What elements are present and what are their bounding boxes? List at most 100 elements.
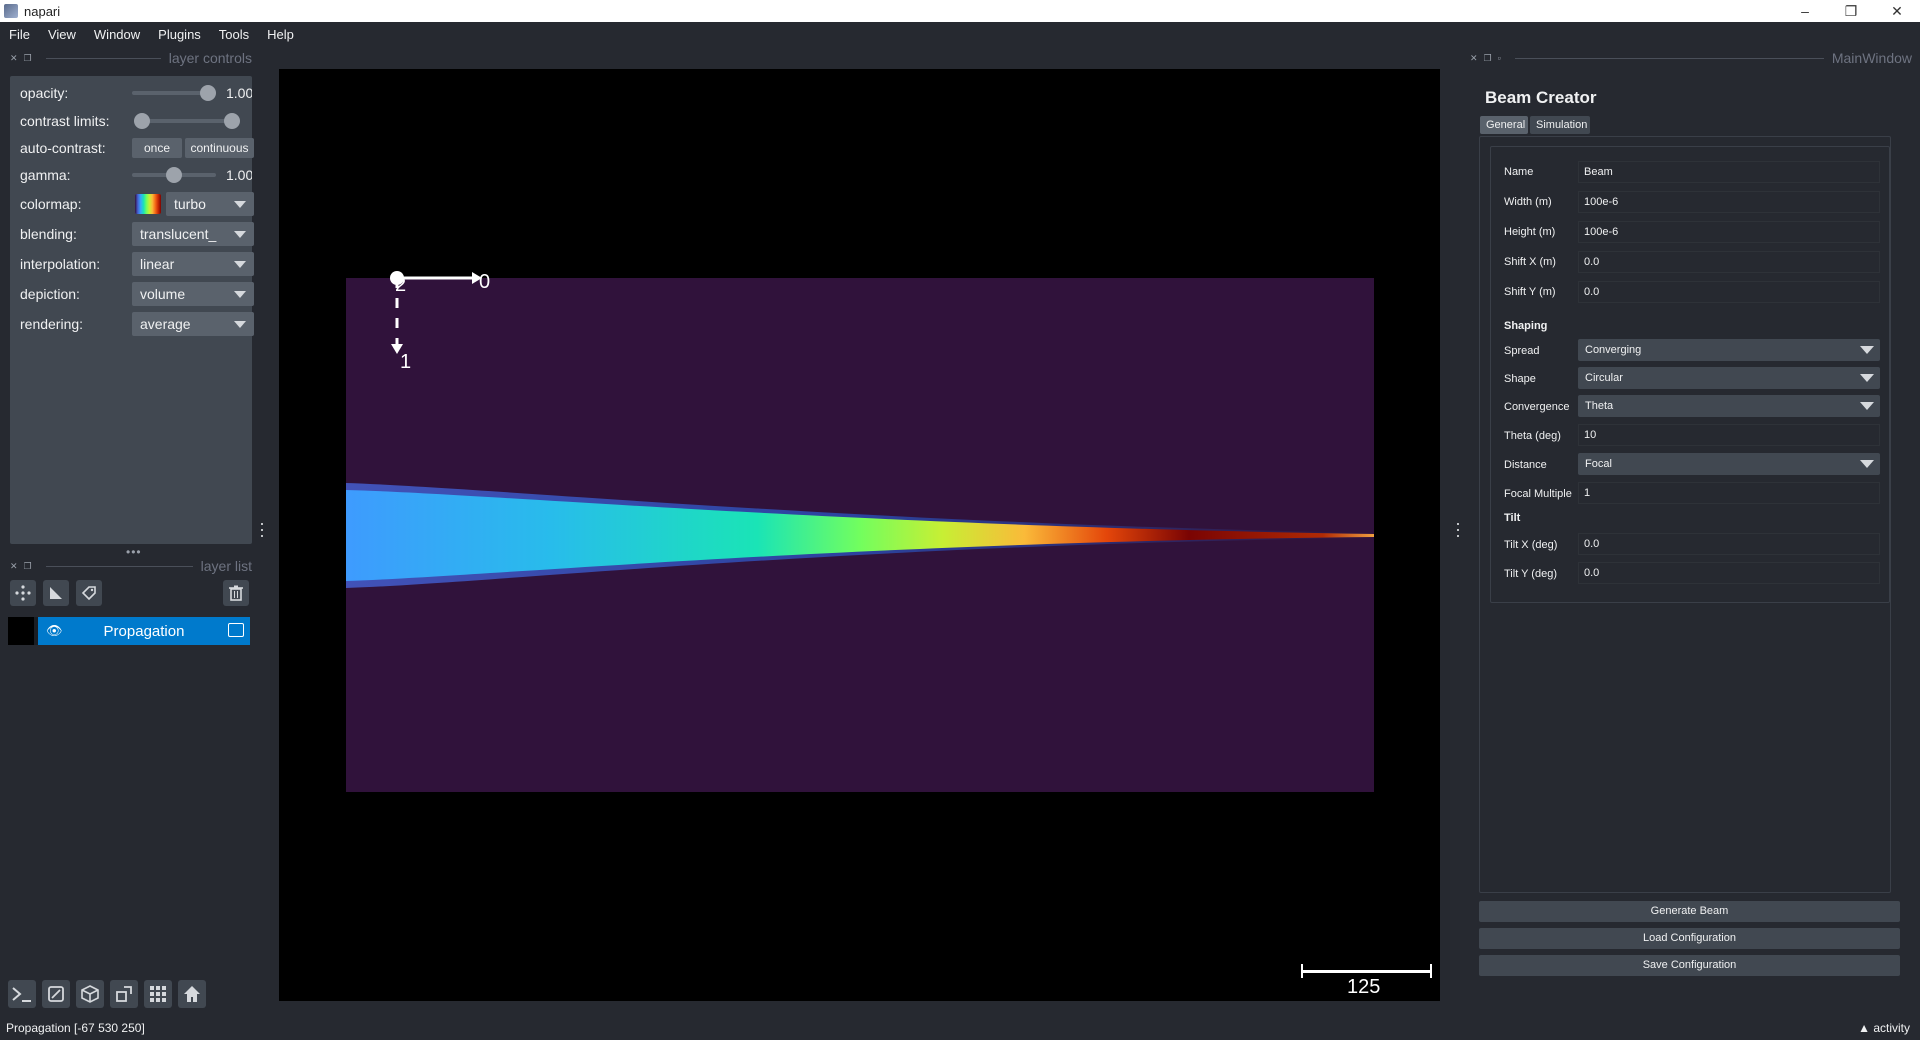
new-points-layer-button[interactable] [10, 580, 36, 606]
menu-help[interactable]: Help [258, 27, 303, 42]
activity-toggle[interactable]: ▲ activity [1858, 1021, 1910, 1035]
layer-row-selected[interactable]: 👁 Propagation [38, 617, 250, 645]
chevron-down-icon [1860, 374, 1874, 382]
auto-contrast-once-button[interactable]: once [132, 138, 182, 158]
name-label: Name [1504, 166, 1534, 178]
opacity-value[interactable]: 1.00 [226, 85, 252, 101]
height-input[interactable]: 100e-6 [1578, 221, 1880, 243]
dock-float-icon[interactable]: ❐ [1484, 53, 1492, 64]
blending-select[interactable]: translucent_ [132, 222, 254, 246]
dock-splitter[interactable]: ••• [10, 545, 252, 559]
restore-icon[interactable]: ❐ [1828, 0, 1874, 22]
close-icon[interactable]: ✕ [1874, 0, 1920, 22]
blending-row: blending: translucent_ [10, 222, 254, 246]
dock-hide-icon[interactable]: ▫ [1498, 53, 1501, 63]
auto-contrast-continuous-button[interactable]: continuous [185, 138, 254, 158]
convergence-select[interactable]: Theta [1578, 395, 1880, 417]
gamma-row: gamma: 1.00 [10, 163, 252, 187]
dock-float-icon[interactable]: ❐ [24, 561, 32, 572]
reset-view-button[interactable] [178, 980, 206, 1008]
contrast-high-handle[interactable] [224, 113, 240, 129]
gamma-slider-handle[interactable] [166, 167, 182, 183]
dock-close-icon[interactable]: ✕ [10, 561, 18, 572]
theta-label: Theta (deg) [1504, 430, 1561, 442]
scale-bar-label: 125 [1347, 976, 1381, 998]
colormap-row: colormap: turbo [10, 192, 254, 216]
tilt-section-title: Tilt [1504, 512, 1521, 524]
roll-dimensions-button[interactable] [76, 980, 104, 1008]
delete-layer-button[interactable] [223, 580, 249, 606]
shift-x-input[interactable]: 0.0 [1578, 251, 1880, 273]
menu-window[interactable]: Window [85, 27, 149, 42]
generate-beam-button[interactable]: Generate Beam [1479, 901, 1900, 922]
layer-controls-title: layer controls [168, 50, 252, 66]
new-shapes-layer-button[interactable] [43, 580, 69, 606]
menu-tools[interactable]: Tools [210, 27, 258, 42]
layer-name[interactable]: Propagation [38, 623, 250, 640]
opacity-slider[interactable] [132, 85, 216, 101]
interpolation-select[interactable]: linear [132, 252, 254, 276]
chevron-down-icon [234, 291, 246, 298]
tilt-y-input[interactable]: 0.0 [1578, 562, 1880, 584]
distance-label: Distance [1504, 459, 1547, 471]
layer-item[interactable]: 👁 Propagation [8, 617, 250, 645]
main-window-dock-header: ✕ ❐ ▫ MainWindow [1470, 50, 1912, 66]
rendering-select[interactable]: average [132, 312, 254, 336]
focal-multiple-label: Focal Multiple [1504, 488, 1572, 500]
colormap-select[interactable]: turbo [166, 192, 254, 216]
minimize-icon[interactable]: – [1782, 0, 1828, 22]
left-dock-resize-handle[interactable]: · · · [259, 514, 265, 544]
chevron-down-icon [234, 261, 246, 268]
focal-multiple-input[interactable]: 1 [1578, 482, 1880, 504]
tab-general[interactable]: General [1480, 116, 1528, 134]
name-input[interactable]: Beam [1578, 161, 1880, 183]
shift-y-label: Shift Y (m) [1504, 286, 1556, 298]
width-input[interactable]: 100e-6 [1578, 191, 1880, 213]
chevron-down-icon [1860, 402, 1874, 410]
tilt-x-input[interactable]: 0.0 [1578, 533, 1880, 555]
save-configuration-button[interactable]: Save Configuration [1479, 955, 1900, 976]
right-dock-resize-handle[interactable]: · · · [1455, 514, 1461, 544]
opacity-slider-handle[interactable] [200, 85, 216, 101]
console-button[interactable] [8, 980, 36, 1008]
contrast-limits-label: contrast limits: [20, 113, 110, 129]
dock-close-icon[interactable]: ✕ [10, 53, 18, 64]
label-tag-icon [81, 586, 96, 601]
distance-select[interactable]: Focal [1578, 453, 1880, 475]
theta-input[interactable]: 10 [1578, 424, 1880, 446]
menu-file[interactable]: File [0, 27, 39, 42]
splitter-dots-icon: ••• [126, 545, 142, 559]
menu-plugins[interactable]: Plugins [149, 27, 210, 42]
layer-thumbnail [8, 617, 36, 645]
contrast-limits-row: contrast limits: [10, 109, 252, 133]
grid-view-button[interactable] [144, 980, 172, 1008]
dock-float-icon[interactable]: ❐ [24, 53, 32, 64]
load-configuration-button[interactable]: Load Configuration [1479, 928, 1900, 949]
menu-view[interactable]: View [39, 27, 85, 42]
depiction-select[interactable]: volume [132, 282, 254, 306]
tilt-x-label: Tilt X (deg) [1504, 539, 1558, 551]
chevron-down-icon [234, 231, 246, 238]
contrast-limits-slider[interactable] [134, 113, 240, 129]
tab-simulation[interactable]: Simulation [1530, 116, 1590, 134]
points-icon [15, 585, 31, 601]
layer-controls-panel: opacity: 1.00 contrast limits: auto-cont… [10, 76, 254, 544]
spread-label: Spread [1504, 345, 1540, 357]
spread-select[interactable]: Converging [1578, 339, 1880, 361]
viewer-canvas[interactable]: 2 0 1 125 [279, 69, 1440, 1001]
cube-icon [81, 985, 99, 1003]
new-labels-layer-button[interactable] [76, 580, 102, 606]
gamma-slider[interactable] [132, 167, 216, 183]
ndisplay-button[interactable] [42, 980, 70, 1008]
transpose-button[interactable] [110, 980, 138, 1008]
terminal-icon [12, 987, 31, 1002]
status-bar: Propagation [-67 530 250] ▲ activity [0, 1016, 1920, 1040]
shape-select[interactable]: Circular [1578, 367, 1880, 389]
contrast-low-handle[interactable] [134, 113, 150, 129]
gamma-value[interactable]: 1.00 [226, 167, 252, 183]
menu-bar: File View Window Plugins Tools Help [0, 22, 1920, 46]
dock-close-icon[interactable]: ✕ [1470, 53, 1478, 64]
opacity-row: opacity: 1.00 [10, 81, 252, 105]
shift-y-input[interactable]: 0.0 [1578, 281, 1880, 303]
tilt-y-label: Tilt Y (deg) [1504, 568, 1557, 580]
